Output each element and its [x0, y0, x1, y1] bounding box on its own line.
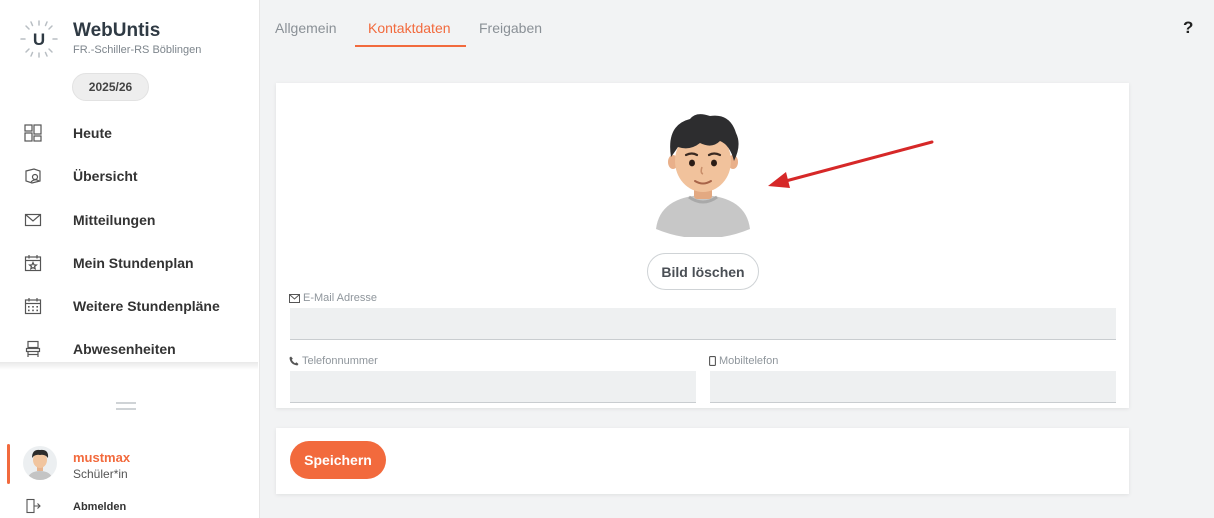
menu-toggle-icon[interactable] — [116, 402, 136, 410]
active-user-indicator — [7, 444, 10, 484]
tab-allgemein[interactable]: Allgemein — [275, 20, 336, 36]
mobile-field[interactable] — [710, 371, 1116, 403]
chair-icon — [25, 340, 41, 357]
sidebar-item-mein-stundenplan[interactable]: Mein Stundenplan — [0, 242, 258, 284]
mobile-label: Mobiltelefon — [709, 355, 778, 367]
phone-label: Telefonnummer — [289, 355, 378, 367]
sidebar-item-label: Mein Stundenplan — [73, 255, 194, 271]
calendar-grid-icon — [24, 298, 42, 315]
webuntis-logo[interactable]: U — [18, 18, 60, 60]
save-card: Speichern — [276, 428, 1129, 494]
user-role: Schüler*in — [73, 467, 128, 481]
tab-bar: Allgemein Kontaktdaten Freigaben — [260, 0, 1214, 48]
sidebar-item-uebersicht[interactable]: Übersicht — [0, 155, 258, 197]
sidebar-item-label: Mitteilungen — [73, 212, 156, 228]
profile-photo[interactable] — [656, 111, 750, 237]
help-button[interactable]: ? — [1183, 18, 1193, 38]
mobile-label-text: Mobiltelefon — [719, 355, 779, 367]
mobile-phone-icon — [709, 356, 716, 366]
mail-icon — [24, 213, 42, 227]
dashboard-icon — [24, 124, 42, 142]
sidebar-item-label: Heute — [73, 125, 112, 141]
email-label: E-Mail Adresse — [289, 292, 377, 304]
tab-kontaktdaten[interactable]: Kontaktdaten — [368, 20, 451, 36]
nav-divider — [0, 362, 258, 370]
tab-freigaben[interactable]: Freigaben — [479, 20, 542, 36]
mail-icon — [289, 293, 300, 303]
email-label-text: E-Mail Adresse — [303, 292, 377, 304]
phone-label-text: Telefonnummer — [302, 355, 378, 367]
sidebar-item-weitere-stundenplaene[interactable]: Weitere Stundenpläne — [0, 285, 258, 327]
school-name: FR.-Schiller-RS Böblingen — [73, 44, 202, 56]
school-year-selector[interactable]: 2025/26 — [72, 73, 149, 101]
sidebar: U WebUntis FR.-Schiller-RS Böblingen 202… — [0, 0, 260, 518]
logo-letter: U — [33, 30, 45, 49]
calendar-star-icon — [24, 255, 42, 272]
avatar[interactable] — [23, 446, 57, 480]
save-button[interactable]: Speichern — [290, 441, 386, 479]
logout-icon[interactable] — [25, 498, 41, 514]
sidebar-item-label: Übersicht — [73, 168, 138, 184]
email-field[interactable] — [290, 308, 1116, 340]
active-tab-indicator — [355, 45, 466, 47]
contact-data-card: Bild löschen E-Mail Adresse Telefonnumme… — [276, 83, 1129, 408]
user-name[interactable]: mustmax — [73, 450, 130, 465]
overview-icon — [25, 168, 41, 184]
logout-link[interactable]: Abmelden — [73, 501, 126, 513]
app-title: WebUntis — [73, 20, 161, 41]
phone-field[interactable] — [290, 371, 696, 403]
sidebar-item-label: Weitere Stundenpläne — [73, 298, 220, 314]
annotation-arrow-icon — [768, 140, 934, 188]
sidebar-item-heute[interactable]: Heute — [0, 112, 258, 154]
sidebar-item-mitteilungen[interactable]: Mitteilungen — [0, 199, 258, 241]
phone-icon — [289, 356, 299, 366]
delete-photo-button[interactable]: Bild löschen — [647, 253, 759, 290]
sidebar-item-label: Abwesenheiten — [73, 341, 176, 357]
